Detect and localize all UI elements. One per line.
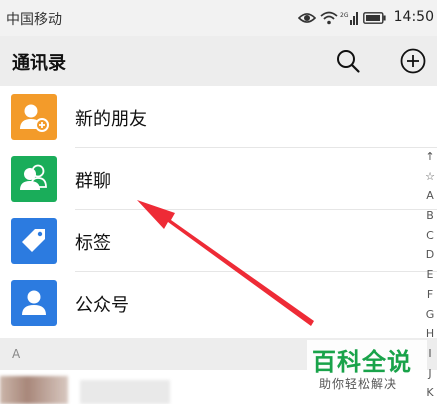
battery-icon	[363, 12, 386, 24]
index-letter[interactable]: F	[423, 285, 437, 305]
list-item-new-friends[interactable]: 新的朋友	[0, 86, 437, 148]
official-account-icon	[11, 280, 57, 326]
index-letter[interactable]: D	[423, 245, 437, 265]
eye-icon	[298, 13, 316, 23]
list-item-tags[interactable]: 标签	[0, 210, 437, 272]
list-item-label: 标签	[75, 233, 111, 254]
index-star[interactable]: ☆	[423, 167, 437, 187]
list-item-group-chat[interactable]: 群聊	[0, 148, 437, 210]
search-icon[interactable]	[335, 48, 361, 74]
add-friend-icon	[11, 94, 57, 140]
wifi-icon	[320, 11, 338, 25]
list-item-label: 公众号	[75, 295, 129, 316]
group-chat-icon	[11, 156, 57, 202]
watermark-subtitle: 助你轻松解决	[319, 377, 398, 391]
index-letter[interactable]: E	[423, 265, 437, 285]
clock: 14:50	[393, 9, 434, 25]
list-item-label: 新的朋友	[75, 109, 147, 130]
network-type-label: 2G	[340, 12, 349, 19]
contact-name-blurred	[80, 380, 170, 404]
signal-icon: 2G	[340, 12, 358, 25]
watermark-title: 百科全说	[312, 348, 412, 376]
index-letter[interactable]: C	[423, 226, 437, 246]
list-item-label: 群聊	[75, 171, 111, 192]
list-item-official-accounts[interactable]: 公众号	[0, 272, 437, 334]
section-letter: A	[12, 347, 21, 361]
carrier-name: 中国移动	[6, 12, 62, 28]
avatar	[0, 376, 68, 404]
header-bar: 通讯录	[0, 36, 437, 86]
page-title: 通讯录	[12, 53, 66, 74]
watermark-logo: 百科全说 助你轻松解决	[307, 340, 427, 404]
status-bar: 中国移动 2G 14:50	[0, 0, 437, 36]
add-circle-icon[interactable]	[399, 47, 427, 75]
index-up-arrow[interactable]: ↑	[423, 147, 437, 167]
index-letter[interactable]: A	[423, 186, 437, 206]
index-letter[interactable]: B	[423, 206, 437, 226]
index-letter[interactable]: G	[423, 305, 437, 325]
tag-icon	[11, 218, 57, 264]
